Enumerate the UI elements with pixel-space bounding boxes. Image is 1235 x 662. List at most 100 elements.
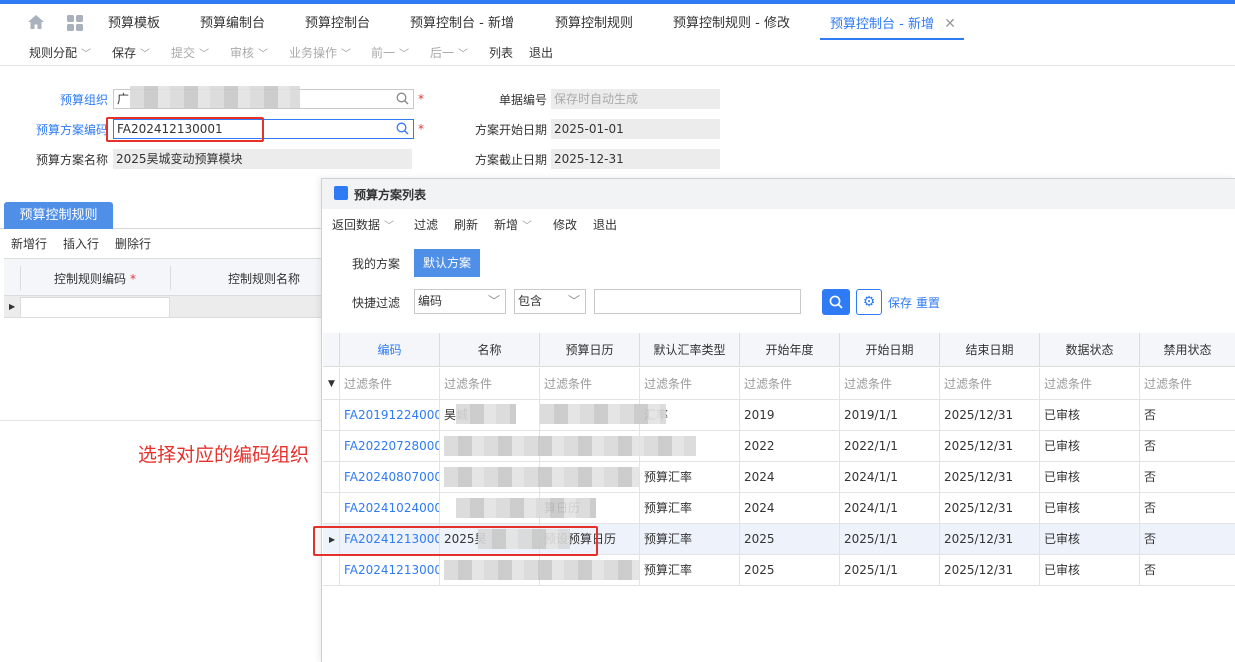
quick-filter-label: 快捷过滤 bbox=[352, 296, 401, 310]
filter-cell[interactable]: 过滤条件 bbox=[1140, 368, 1235, 400]
previous-button[interactable]: 前一 ﹀ bbox=[371, 44, 409, 61]
tab-control-rules-panel[interactable]: 预算控制规则 bbox=[4, 202, 113, 229]
operator-select[interactable]: 包含 ﹀ bbox=[514, 289, 586, 314]
cell-start: 2022/1/1 bbox=[840, 431, 940, 462]
tab-budget-editor[interactable]: 预算编制台 bbox=[200, 8, 265, 40]
filter-cell[interactable]: 过滤条件 bbox=[440, 368, 540, 400]
label: 后一 bbox=[430, 46, 455, 60]
edit-button[interactable]: 修改 bbox=[553, 216, 577, 233]
label: 提交 bbox=[171, 46, 196, 60]
filter-cell[interactable]: 过滤条件 bbox=[940, 368, 1040, 400]
rule-code-cell[interactable] bbox=[20, 297, 170, 318]
main-toolbar: 规则分配 ﹀ 保存 ﹀ 提交 ﹀ 审核 ﹀ 业务操作 ﹀ 前一 ﹀ 后一 ﹀ 列表 退出 bbox=[0, 40, 1235, 66]
exit-button[interactable]: 退出 bbox=[529, 44, 553, 61]
scheme-name-value: 2025昊城变动预算模块 bbox=[116, 152, 243, 166]
chevron-down-icon: ﹀ bbox=[258, 49, 269, 60]
filter-cell[interactable]: 过滤条件 bbox=[640, 368, 740, 400]
search-button[interactable] bbox=[822, 289, 850, 315]
redacted-region bbox=[444, 436, 696, 456]
reset-filter-link[interactable]: 重置 bbox=[916, 294, 940, 311]
cell-disabled: 否 bbox=[1144, 439, 1157, 453]
save-filter-link[interactable]: 保存 bbox=[888, 294, 912, 311]
cell-rate: 预算汇率 bbox=[640, 524, 740, 555]
filter-row: ▼ 过滤条件 过滤条件 过滤条件 过滤条件 过滤条件 过滤条件 过滤条件 过滤条… bbox=[323, 368, 1235, 400]
filter-value-input[interactable] bbox=[594, 289, 801, 314]
tab-budget-console-new-active[interactable]: 预算控制台 - 新增 ✕ bbox=[820, 8, 964, 40]
redacted-region bbox=[456, 498, 596, 518]
default-scheme-tab[interactable]: 默认方案 bbox=[414, 249, 480, 277]
required-star: * bbox=[418, 122, 424, 136]
insert-row-button[interactable]: 插入行 bbox=[63, 235, 99, 252]
my-scheme-tab[interactable]: 我的方案 bbox=[352, 255, 400, 272]
filter-cell[interactable]: 过滤条件 bbox=[540, 368, 640, 400]
close-icon[interactable]: ✕ bbox=[944, 16, 956, 32]
field-select-value: 编码 bbox=[418, 294, 443, 308]
row-pointer-icon bbox=[323, 493, 340, 524]
col-code[interactable]: 编码 bbox=[340, 333, 440, 367]
apps-grid-icon[interactable] bbox=[67, 15, 83, 31]
field-select[interactable]: 编码 ﹀ bbox=[414, 289, 506, 314]
col-rate-type[interactable]: 默认汇率类型 bbox=[640, 333, 740, 367]
cell-disabled: 否 bbox=[1144, 532, 1157, 546]
filter-cell[interactable]: 过滤条件 bbox=[1040, 368, 1140, 400]
filter-button[interactable]: 过滤 bbox=[414, 216, 438, 233]
home-icon[interactable] bbox=[27, 14, 45, 30]
divider bbox=[0, 420, 321, 421]
doc-no-field: 保存时自动生成 bbox=[551, 89, 720, 109]
cell-code[interactable]: FA20241024000 bbox=[340, 493, 440, 524]
refresh-button[interactable]: 刷新 bbox=[454, 216, 478, 233]
col-data-status[interactable]: 数据状态 bbox=[1040, 333, 1140, 367]
cell-code[interactable]: FA20240807000 bbox=[340, 462, 440, 493]
tab-control-rules[interactable]: 预算控制规则 bbox=[555, 8, 633, 40]
cell-year: 2024 bbox=[740, 462, 840, 493]
tab-label: 预算控制台 - 新增 bbox=[830, 17, 934, 32]
org-value: 广 bbox=[117, 92, 130, 106]
filter-cell[interactable]: 过滤条件 bbox=[340, 368, 440, 400]
label: 前一 bbox=[371, 46, 396, 60]
end-date-field: 2025-12-31 bbox=[551, 149, 720, 169]
cell-disabled: 否 bbox=[1144, 501, 1157, 515]
chevron-down-icon: ﹀ bbox=[341, 49, 352, 60]
col-disabled[interactable]: 禁用状态 bbox=[1140, 333, 1235, 367]
tab-control-rules-edit[interactable]: 预算控制规则 - 修改 bbox=[673, 8, 790, 40]
start-date-value: 2025-01-01 bbox=[554, 122, 624, 136]
filter-cell[interactable]: 过滤条件 bbox=[740, 368, 840, 400]
tab-budget-template[interactable]: 预算模板 bbox=[108, 8, 160, 40]
chevron-down-icon: ﹀ bbox=[399, 49, 410, 60]
cell-end: 2025/12/31 bbox=[940, 555, 1040, 586]
delete-row-button[interactable]: 删除行 bbox=[115, 235, 151, 252]
col-rule-name[interactable]: 控制规则名称 bbox=[228, 270, 300, 287]
search-icon[interactable] bbox=[396, 92, 409, 108]
col-end-date[interactable]: 结束日期 bbox=[940, 333, 1040, 367]
col-start-year[interactable]: 开始年度 bbox=[740, 333, 840, 367]
search-icon[interactable] bbox=[396, 122, 409, 138]
return-data-button[interactable]: 返回数据 ﹀ bbox=[332, 216, 394, 233]
cell-code[interactable]: FA20220728000 bbox=[340, 431, 440, 462]
gear-icon[interactable]: ⚙ bbox=[856, 289, 882, 315]
divider bbox=[20, 266, 21, 290]
rule-assign-button[interactable]: 规则分配 ﹀ bbox=[29, 44, 91, 61]
col-calendar[interactable]: 预算日历 bbox=[540, 333, 640, 367]
cell-code[interactable]: FA20241213000 bbox=[340, 555, 440, 586]
redacted-region bbox=[444, 560, 640, 580]
col-name[interactable]: 名称 bbox=[440, 333, 540, 367]
col-start-date[interactable]: 开始日期 bbox=[840, 333, 940, 367]
next-button[interactable]: 后一 ﹀ bbox=[430, 44, 468, 61]
end-date-value: 2025-12-31 bbox=[554, 152, 624, 166]
list-button[interactable]: 列表 bbox=[489, 44, 513, 61]
business-op-button[interactable]: 业务操作 ﹀ bbox=[289, 44, 351, 61]
redacted-region bbox=[540, 404, 666, 424]
add-row-button[interactable]: 新增行 bbox=[11, 235, 47, 252]
cell-code[interactable]: FA20191224000 bbox=[340, 400, 440, 431]
cell-year: 2024 bbox=[740, 493, 840, 524]
new-button[interactable]: 新增 ﹀ bbox=[494, 216, 532, 233]
exit-dialog-button[interactable]: 退出 bbox=[593, 216, 617, 233]
scheme-grid-header: 编码 名称 预算日历 默认汇率类型 开始年度 开始日期 结束日期 数据状态 禁用… bbox=[323, 333, 1235, 367]
submit-button[interactable]: 提交 ﹀ bbox=[171, 44, 209, 61]
audit-button[interactable]: 审核 ﹀ bbox=[230, 44, 268, 61]
tab-budget-console[interactable]: 预算控制台 bbox=[305, 8, 370, 40]
save-button[interactable]: 保存 ﹀ bbox=[112, 44, 150, 61]
col-rule-code[interactable]: 控制规则编码 * bbox=[54, 270, 136, 287]
filter-cell[interactable]: 过滤条件 bbox=[840, 368, 940, 400]
tab-budget-console-new[interactable]: 预算控制台 - 新增 bbox=[410, 8, 514, 40]
